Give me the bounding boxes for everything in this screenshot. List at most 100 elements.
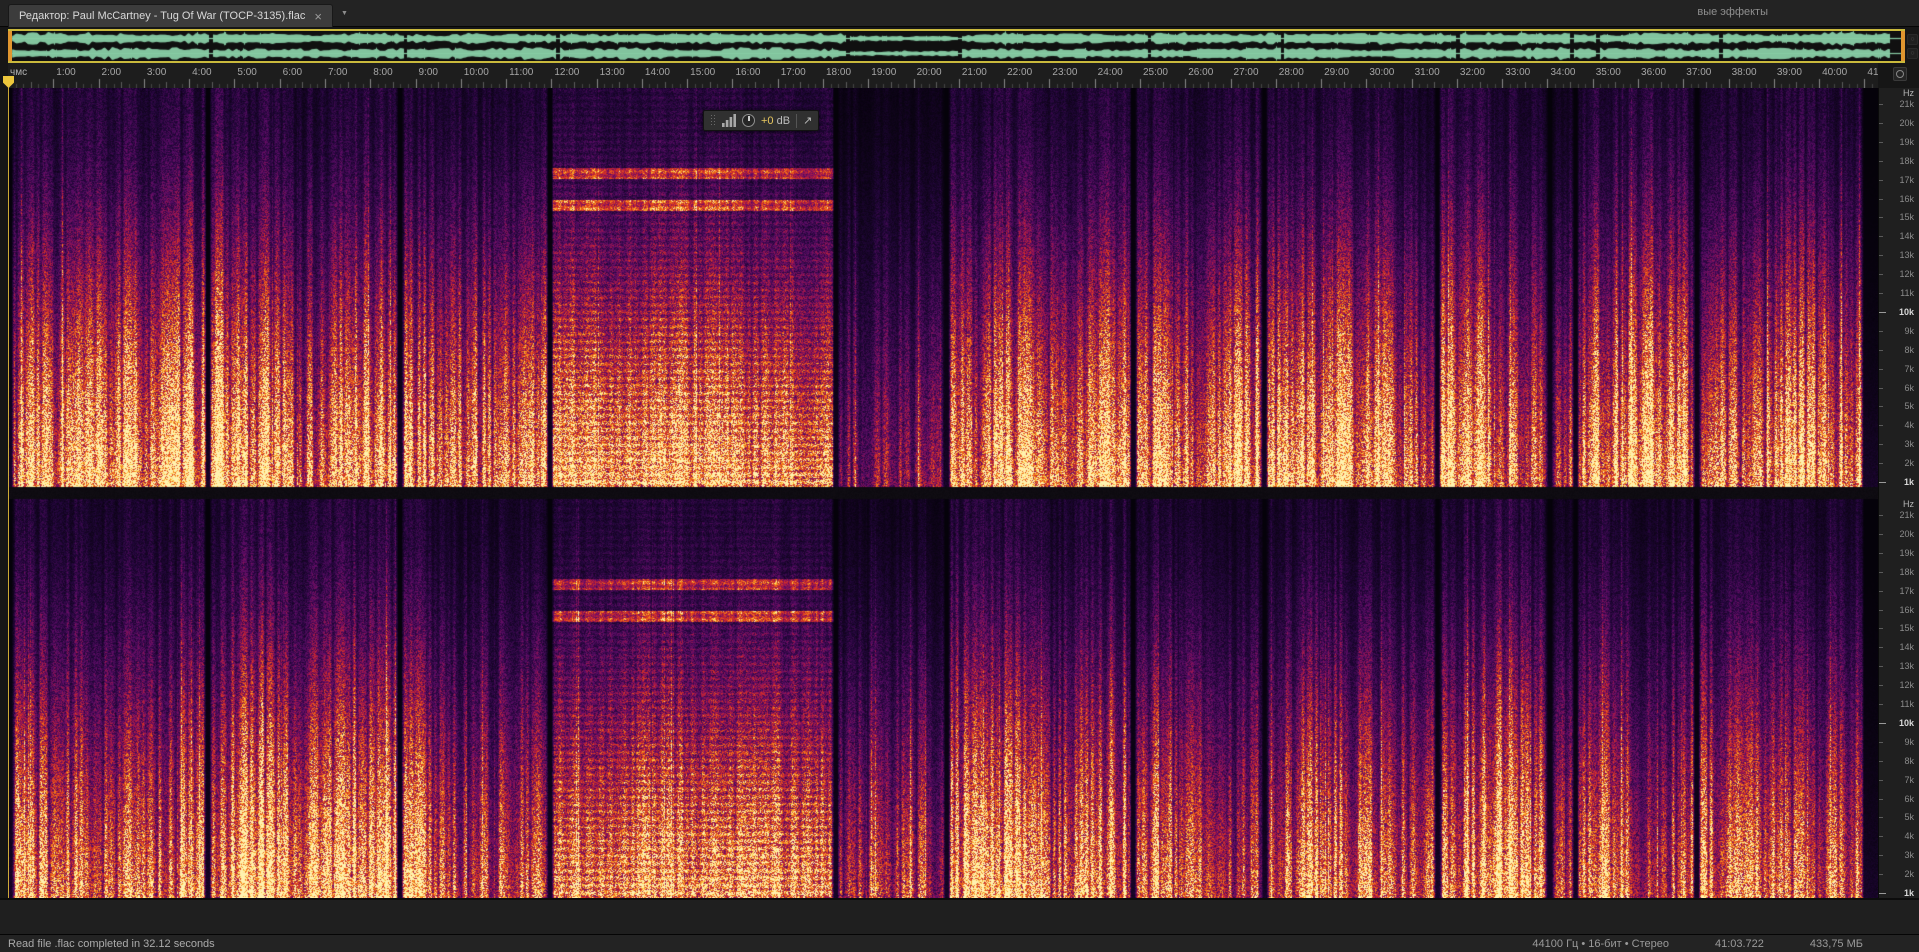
freq-tick — [1879, 780, 1883, 781]
overview-zoom-out-icon[interactable]: ○ — [1907, 48, 1918, 59]
frequency-scale-column[interactable]: Hz21k20k19k18k17k16k15k14k13k12k11k10k9k… — [1878, 88, 1919, 898]
freq-tick — [1879, 369, 1883, 370]
ruler-mark: 28:00 — [1279, 67, 1304, 78]
freq-label: 4k — [1904, 421, 1914, 430]
freq-label: 11k — [1900, 289, 1914, 298]
editor-tab-bar: Редактор: Paul McCartney - Tug Of War (T… — [0, 0, 1919, 27]
hud-gain-readout[interactable]: +0 dB — [761, 115, 790, 127]
ruler-options-button[interactable] — [1893, 67, 1907, 81]
ruler-mark: 1:00 — [56, 67, 75, 78]
frequency-scale-right-channel[interactable]: Hz21k20k19k18k17k16k15k14k13k12k11k10k9k… — [1879, 499, 1919, 898]
freq-label: 10k — [1899, 308, 1914, 317]
timeline-ruler[interactable]: чмс 1:002:003:004:005:006:007:008:009:00… — [8, 63, 1878, 88]
freq-label: 6k — [1904, 795, 1914, 804]
freq-tick — [1879, 199, 1883, 200]
ruler-mark: 24:00 — [1098, 67, 1123, 78]
hud-divider — [796, 114, 797, 128]
ruler-mark: 37:00 — [1686, 67, 1711, 78]
ruler-mark: 32:00 — [1460, 67, 1485, 78]
ruler-mark: 11:00 — [509, 67, 533, 78]
volume-knob[interactable] — [742, 114, 755, 127]
ruler-mark: 30:00 — [1369, 67, 1394, 78]
hud-grip-handle[interactable] — [710, 114, 716, 127]
freq-scale-title: Hz — [1903, 500, 1914, 509]
status-item: 44100 Гц • 16-бит • Стерео — [1532, 938, 1669, 950]
freq-label: 8k — [1904, 757, 1914, 766]
overview-canvas[interactable] — [8, 31, 1905, 61]
overview-strip[interactable] — [8, 29, 1905, 63]
freq-label: 1k — [1904, 889, 1914, 898]
status-bar: Read file .flac completed in 32.12 secon… — [0, 934, 1919, 952]
freq-label: 3k — [1904, 851, 1914, 860]
freq-tick — [1879, 180, 1883, 181]
freq-label: 5k — [1904, 402, 1914, 411]
ruler-mark: 33:00 — [1505, 67, 1530, 78]
freq-tick — [1879, 704, 1883, 705]
freq-label: 4k — [1904, 832, 1914, 841]
freq-tick — [1879, 723, 1886, 724]
freq-label: 2k — [1904, 870, 1914, 879]
freq-tick — [1879, 761, 1883, 762]
freq-tick — [1879, 406, 1883, 407]
freq-tick — [1879, 610, 1883, 611]
freq-tick — [1879, 836, 1883, 837]
freq-tick — [1879, 123, 1883, 124]
tab-close-icon[interactable]: × — [314, 10, 322, 23]
ruler-mark: 14:00 — [645, 67, 670, 78]
tab-list-chevron-icon[interactable]: ▼ — [341, 10, 348, 17]
freq-tick — [1879, 685, 1883, 686]
transport-bar: 0:00.000 — [0, 898, 1919, 934]
freq-label: 5k — [1904, 813, 1914, 822]
overview-zoom-in-icon[interactable]: ○ — [1907, 34, 1918, 45]
status-info: 44100 Гц • 16-бит • Стерео41:03.722433,7… — [1532, 938, 1863, 950]
spectrogram-canvas[interactable] — [8, 88, 1878, 898]
freq-tick — [1879, 388, 1883, 389]
freq-tick — [1879, 274, 1883, 275]
ruler-mark: 7:00 — [328, 67, 347, 78]
editor-tab-label: Редактор: Paul McCartney - Tug Of War (T… — [19, 10, 305, 22]
freq-label: 16k — [1899, 606, 1914, 615]
selection-end-handle[interactable] — [1901, 31, 1905, 61]
ruler-mark: 35:00 — [1596, 67, 1621, 78]
hud-gain-value[interactable]: +0 — [761, 115, 774, 127]
volume-hud[interactable]: +0 dB ↗ — [703, 110, 819, 131]
ruler-mark: 21:00 — [962, 67, 987, 78]
freq-label: 11k — [1900, 700, 1914, 709]
ruler-mark: 31:00 — [1415, 67, 1440, 78]
freq-label: 21k — [1899, 100, 1914, 109]
freq-label: 20k — [1899, 119, 1914, 128]
freq-label: 14k — [1899, 643, 1914, 652]
freq-label: 17k — [1899, 176, 1914, 185]
freq-tick — [1879, 647, 1883, 648]
freq-tick — [1879, 104, 1883, 105]
freq-label: 3k — [1904, 440, 1914, 449]
ruler-mark: 5:00 — [237, 67, 256, 78]
freq-tick — [1879, 444, 1883, 445]
ruler-mark: 19:00 — [871, 67, 896, 78]
freq-tick — [1879, 331, 1883, 332]
ruler-mark: 13:00 — [600, 67, 625, 78]
freq-tick — [1879, 628, 1883, 629]
status-message: Read file .flac completed in 32.12 secon… — [8, 938, 215, 950]
freq-tick — [1879, 482, 1886, 483]
freq-tick — [1879, 534, 1883, 535]
freq-label: 7k — [1904, 776, 1914, 785]
ruler-mark: 16:00 — [735, 67, 760, 78]
freq-label: 15k — [1899, 624, 1914, 633]
ruler-mark: 38:00 — [1732, 67, 1757, 78]
editor-tab[interactable]: Редактор: Paul McCartney - Tug Of War (T… — [8, 4, 333, 27]
freq-tick — [1879, 553, 1883, 554]
hud-expand-icon[interactable]: ↗ — [803, 114, 812, 127]
selection-start-handle[interactable] — [8, 31, 12, 61]
ruler-mark: 4:00 — [192, 67, 211, 78]
ruler-mark: 2:00 — [102, 67, 121, 78]
freq-tick — [1879, 425, 1883, 426]
right-panel-tab-partial[interactable]: вые эффекты — [1697, 6, 1768, 18]
ruler-mark: 34:00 — [1550, 67, 1575, 78]
freq-label: 15k — [1899, 213, 1914, 222]
spectral-display[interactable] — [8, 88, 1878, 898]
freq-tick — [1879, 236, 1883, 237]
frequency-scale-left-channel[interactable]: Hz21k20k19k18k17k16k15k14k13k12k11k10k9k… — [1879, 88, 1919, 487]
freq-tick — [1879, 463, 1883, 464]
hud-gain-unit: dB — [777, 115, 790, 127]
